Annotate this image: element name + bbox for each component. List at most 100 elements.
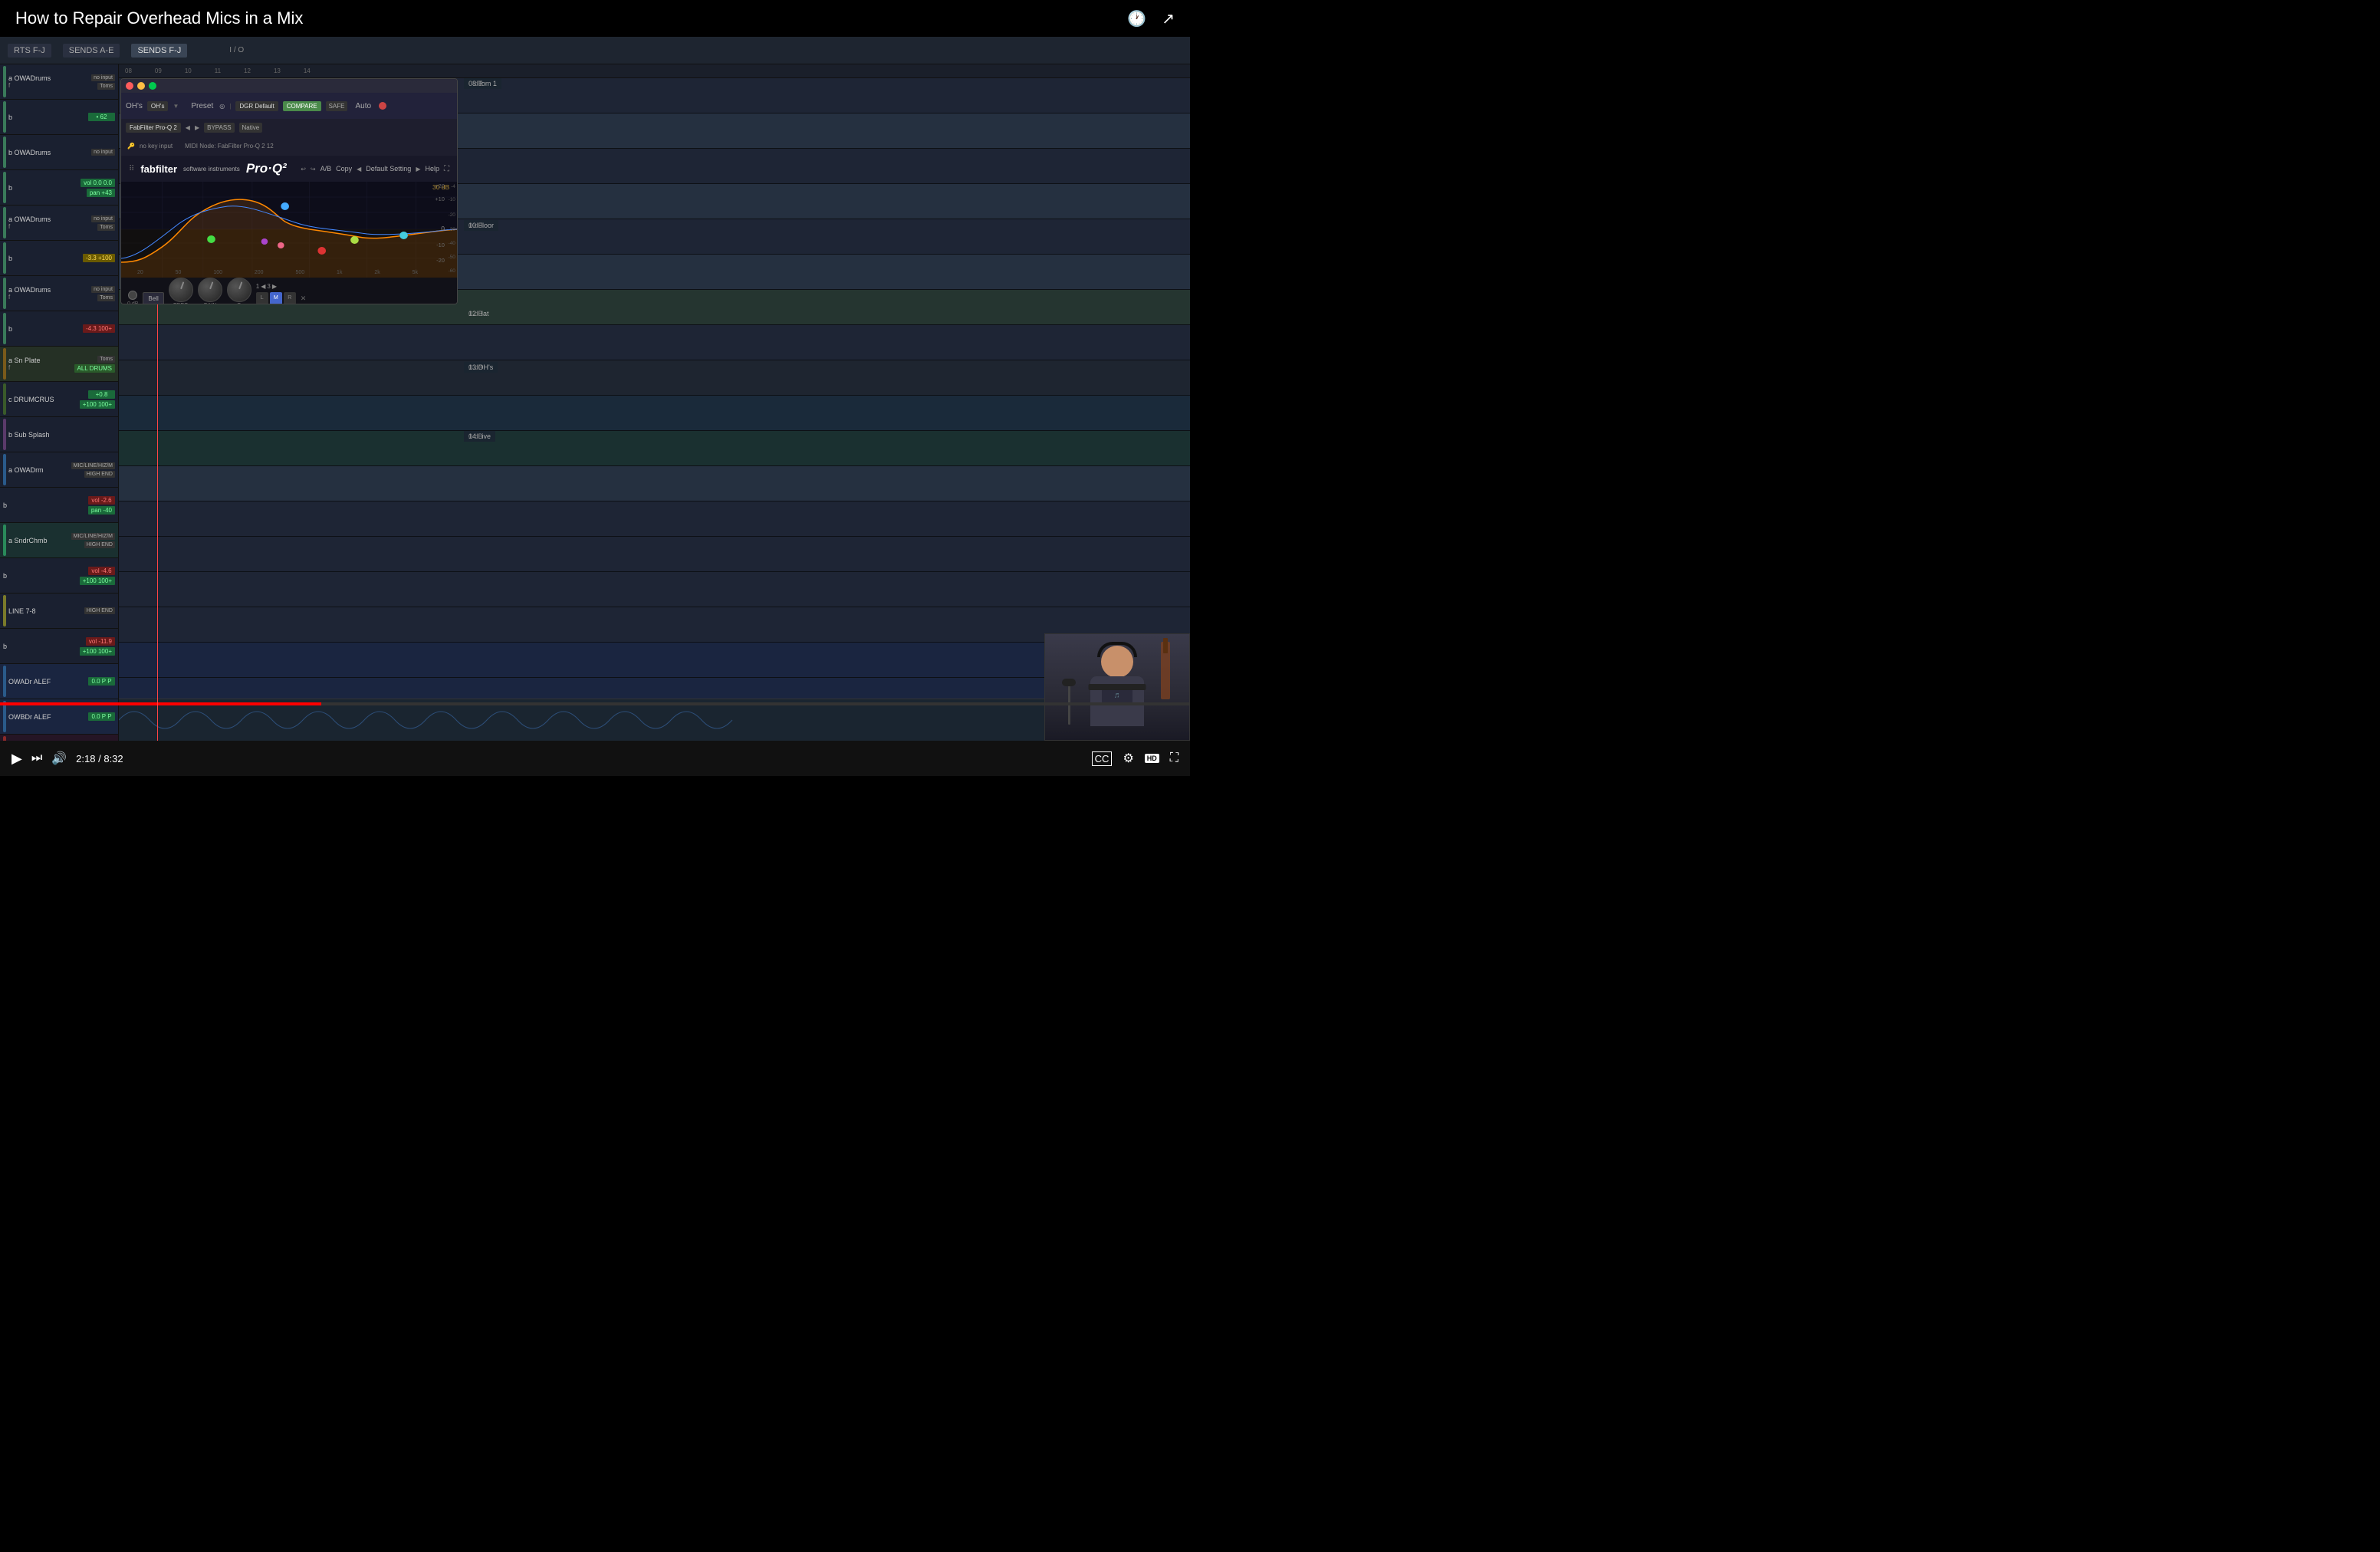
progress-bar-fill[interactable] bbox=[0, 702, 321, 705]
track-pan[interactable]: +100 100+ bbox=[80, 647, 115, 656]
eq-band-next[interactable]: ▶ bbox=[272, 283, 277, 290]
track-io-btn[interactable]: no input bbox=[91, 215, 115, 222]
eq-node-5[interactable] bbox=[317, 247, 326, 255]
track-io-btn[interactable]: MIC/LINE/HIZ/M bbox=[71, 462, 115, 469]
eq-node-2[interactable] bbox=[281, 202, 289, 210]
track-fader[interactable]: 0.0 P P bbox=[88, 712, 115, 721]
volume-button[interactable]: 🔊 bbox=[51, 751, 67, 766]
eq-fabfilter-label[interactable]: FabFilter Pro-Q 2 bbox=[126, 123, 181, 133]
track-info: c DRUMCRUS bbox=[8, 396, 77, 403]
eq-minimize-button[interactable] bbox=[137, 82, 145, 90]
track-io-btn[interactable]: no input bbox=[91, 74, 115, 81]
settings-icon[interactable]: ⚙ bbox=[1123, 751, 1133, 766]
tab-rts[interactable]: RTS F-J bbox=[8, 44, 51, 58]
track-fader[interactable]: • 62 bbox=[88, 113, 115, 121]
fullscreen-icon[interactable]: ⛶ bbox=[1170, 751, 1178, 765]
expand-icon[interactable]: ⛶ bbox=[444, 165, 449, 173]
eq-band-power-icon[interactable] bbox=[128, 291, 137, 300]
eq-node-1[interactable] bbox=[207, 235, 215, 243]
eq-node-7[interactable] bbox=[399, 232, 408, 239]
clock-icon[interactable]: 🕐 bbox=[1127, 9, 1146, 28]
track-io-btn[interactable]: no input bbox=[91, 149, 115, 156]
eq-node-3[interactable] bbox=[261, 238, 268, 245]
top-icons: 🕐 ↗ bbox=[1127, 9, 1175, 28]
track-pan[interactable]: +100 100+ bbox=[80, 577, 115, 585]
eq-power-red[interactable] bbox=[379, 102, 386, 110]
track-io-btn[interactable]: no input bbox=[91, 286, 115, 293]
eq-l-btn[interactable]: L bbox=[256, 292, 268, 304]
track-segment bbox=[119, 325, 1190, 360]
share-icon[interactable]: ↗ bbox=[1162, 9, 1175, 28]
track-all-drums[interactable]: ALL DRUMS bbox=[74, 364, 116, 373]
track-info: b OWADrums bbox=[8, 149, 89, 156]
eq-maximize-button[interactable] bbox=[149, 82, 156, 90]
eq-safe-button[interactable]: SAFE bbox=[326, 101, 348, 111]
track-toms-btn[interactable]: Toms bbox=[97, 294, 115, 301]
hz-label: 20 bbox=[137, 270, 143, 275]
cc-button[interactable]: CC bbox=[1092, 751, 1113, 766]
redo-icon[interactable]: ↪ bbox=[311, 166, 316, 173]
progress-bar-container[interactable] bbox=[0, 702, 1190, 705]
eq-midi-row: 🔑 no key input MIDI Node: FabFilter Pro-… bbox=[121, 136, 457, 156]
track-pan[interactable]: pan -40 bbox=[88, 506, 115, 515]
db-label-0c: 0 dB bbox=[465, 308, 486, 319]
skip-button[interactable]: ⏭ bbox=[31, 751, 42, 765]
track-toms-btn[interactable]: Toms bbox=[97, 224, 115, 231]
eq-preset-name[interactable]: DGR Default bbox=[235, 101, 278, 111]
track-io-btn[interactable]: MIC/LINE/HIZ/M bbox=[71, 533, 115, 540]
play-button[interactable]: ▶ bbox=[12, 751, 22, 767]
track-row: b vol -2.6 pan -40 bbox=[0, 488, 118, 523]
tab-sends-ae[interactable]: SENDS A-E bbox=[63, 44, 120, 58]
eq-m-btn[interactable]: M bbox=[270, 292, 282, 304]
track-fader[interactable]: vol -11.9 bbox=[86, 637, 115, 646]
eq-arrow-left[interactable]: ◀ bbox=[186, 124, 190, 131]
track-fader[interactable]: vol -2.6 bbox=[88, 496, 115, 505]
track-info: b Sub Splash bbox=[8, 431, 115, 439]
track-toms-btn[interactable]: Toms bbox=[97, 83, 115, 90]
track-highend-btn[interactable]: HIGH END bbox=[84, 541, 115, 548]
help-label[interactable]: Help bbox=[425, 165, 439, 173]
eq-gain-knob[interactable] bbox=[198, 278, 222, 302]
undo-icon[interactable]: ↩ bbox=[301, 166, 306, 173]
track-pan-fader[interactable]: pan +43 bbox=[87, 189, 115, 197]
track-fader[interactable]: -4.3 100+ bbox=[83, 324, 115, 333]
hd-badge[interactable]: HD bbox=[1145, 754, 1159, 763]
ab-label[interactable]: A/B bbox=[321, 165, 332, 173]
eq-bypass-button[interactable]: BYPASS bbox=[204, 123, 234, 133]
eq-node-4[interactable] bbox=[278, 242, 284, 248]
next-icon[interactable]: ▶ bbox=[416, 166, 420, 173]
track-controls: +0.8 +100 100+ bbox=[80, 390, 115, 409]
tab-sends-fj[interactable]: SENDS F-J bbox=[131, 44, 187, 58]
eq-close-button[interactable] bbox=[126, 82, 133, 90]
track-fader[interactable]: 0.0 P P bbox=[88, 677, 115, 686]
track-color bbox=[3, 278, 6, 309]
prev-icon[interactable]: ◀ bbox=[357, 166, 361, 173]
eq-graph[interactable]: +20 +10 0 -10 -20 -4 -10 -20 -30 bbox=[121, 182, 457, 278]
eq-r-btn[interactable]: R bbox=[284, 292, 296, 304]
track-fader[interactable]: vol 0.0 0.0 bbox=[81, 179, 115, 187]
eq-freq-knob[interactable] bbox=[169, 278, 193, 302]
track-sub: f bbox=[8, 82, 89, 89]
track-fader[interactable]: -3.3 +100 bbox=[83, 254, 115, 262]
eq-band-counter: 1 ◀ 3 ▶ bbox=[256, 283, 296, 290]
daw-background: RTS F-J SENDS A-E SENDS F-J I / O a OWAD… bbox=[0, 37, 1190, 741]
copy-label[interactable]: Copy bbox=[336, 165, 352, 173]
eq-node-6[interactable] bbox=[350, 236, 359, 244]
eq-track-name[interactable]: OH's bbox=[147, 101, 169, 111]
video-title: How to Repair Overhead Mics in a Mix bbox=[15, 8, 303, 28]
track-highend-btn[interactable]: HIGH END bbox=[84, 607, 115, 614]
eq-compare-button[interactable]: COMPARE bbox=[283, 101, 321, 111]
track-io-btn[interactable]: Toms bbox=[97, 356, 115, 363]
track-row: a OWADrums f no input Toms bbox=[0, 206, 118, 241]
track-fader[interactable]: vol -4.6 bbox=[88, 567, 115, 575]
track-highend-btn[interactable]: HIGH END bbox=[84, 471, 115, 478]
track-fader2[interactable]: +100 100+ bbox=[80, 400, 115, 409]
eq-filter-type-selector[interactable]: Bell bbox=[143, 292, 163, 304]
ruler-mark: 09 bbox=[155, 67, 162, 74]
eq-band-prev[interactable]: ◀ bbox=[261, 283, 265, 290]
eq-x-close[interactable]: ✕ bbox=[301, 294, 307, 303]
track-controls: no input Toms bbox=[91, 215, 115, 231]
webcam-scene: 🎵 bbox=[1045, 634, 1189, 740]
eq-q-knob[interactable] bbox=[227, 278, 251, 302]
track-fader[interactable]: +0.8 bbox=[88, 390, 115, 399]
